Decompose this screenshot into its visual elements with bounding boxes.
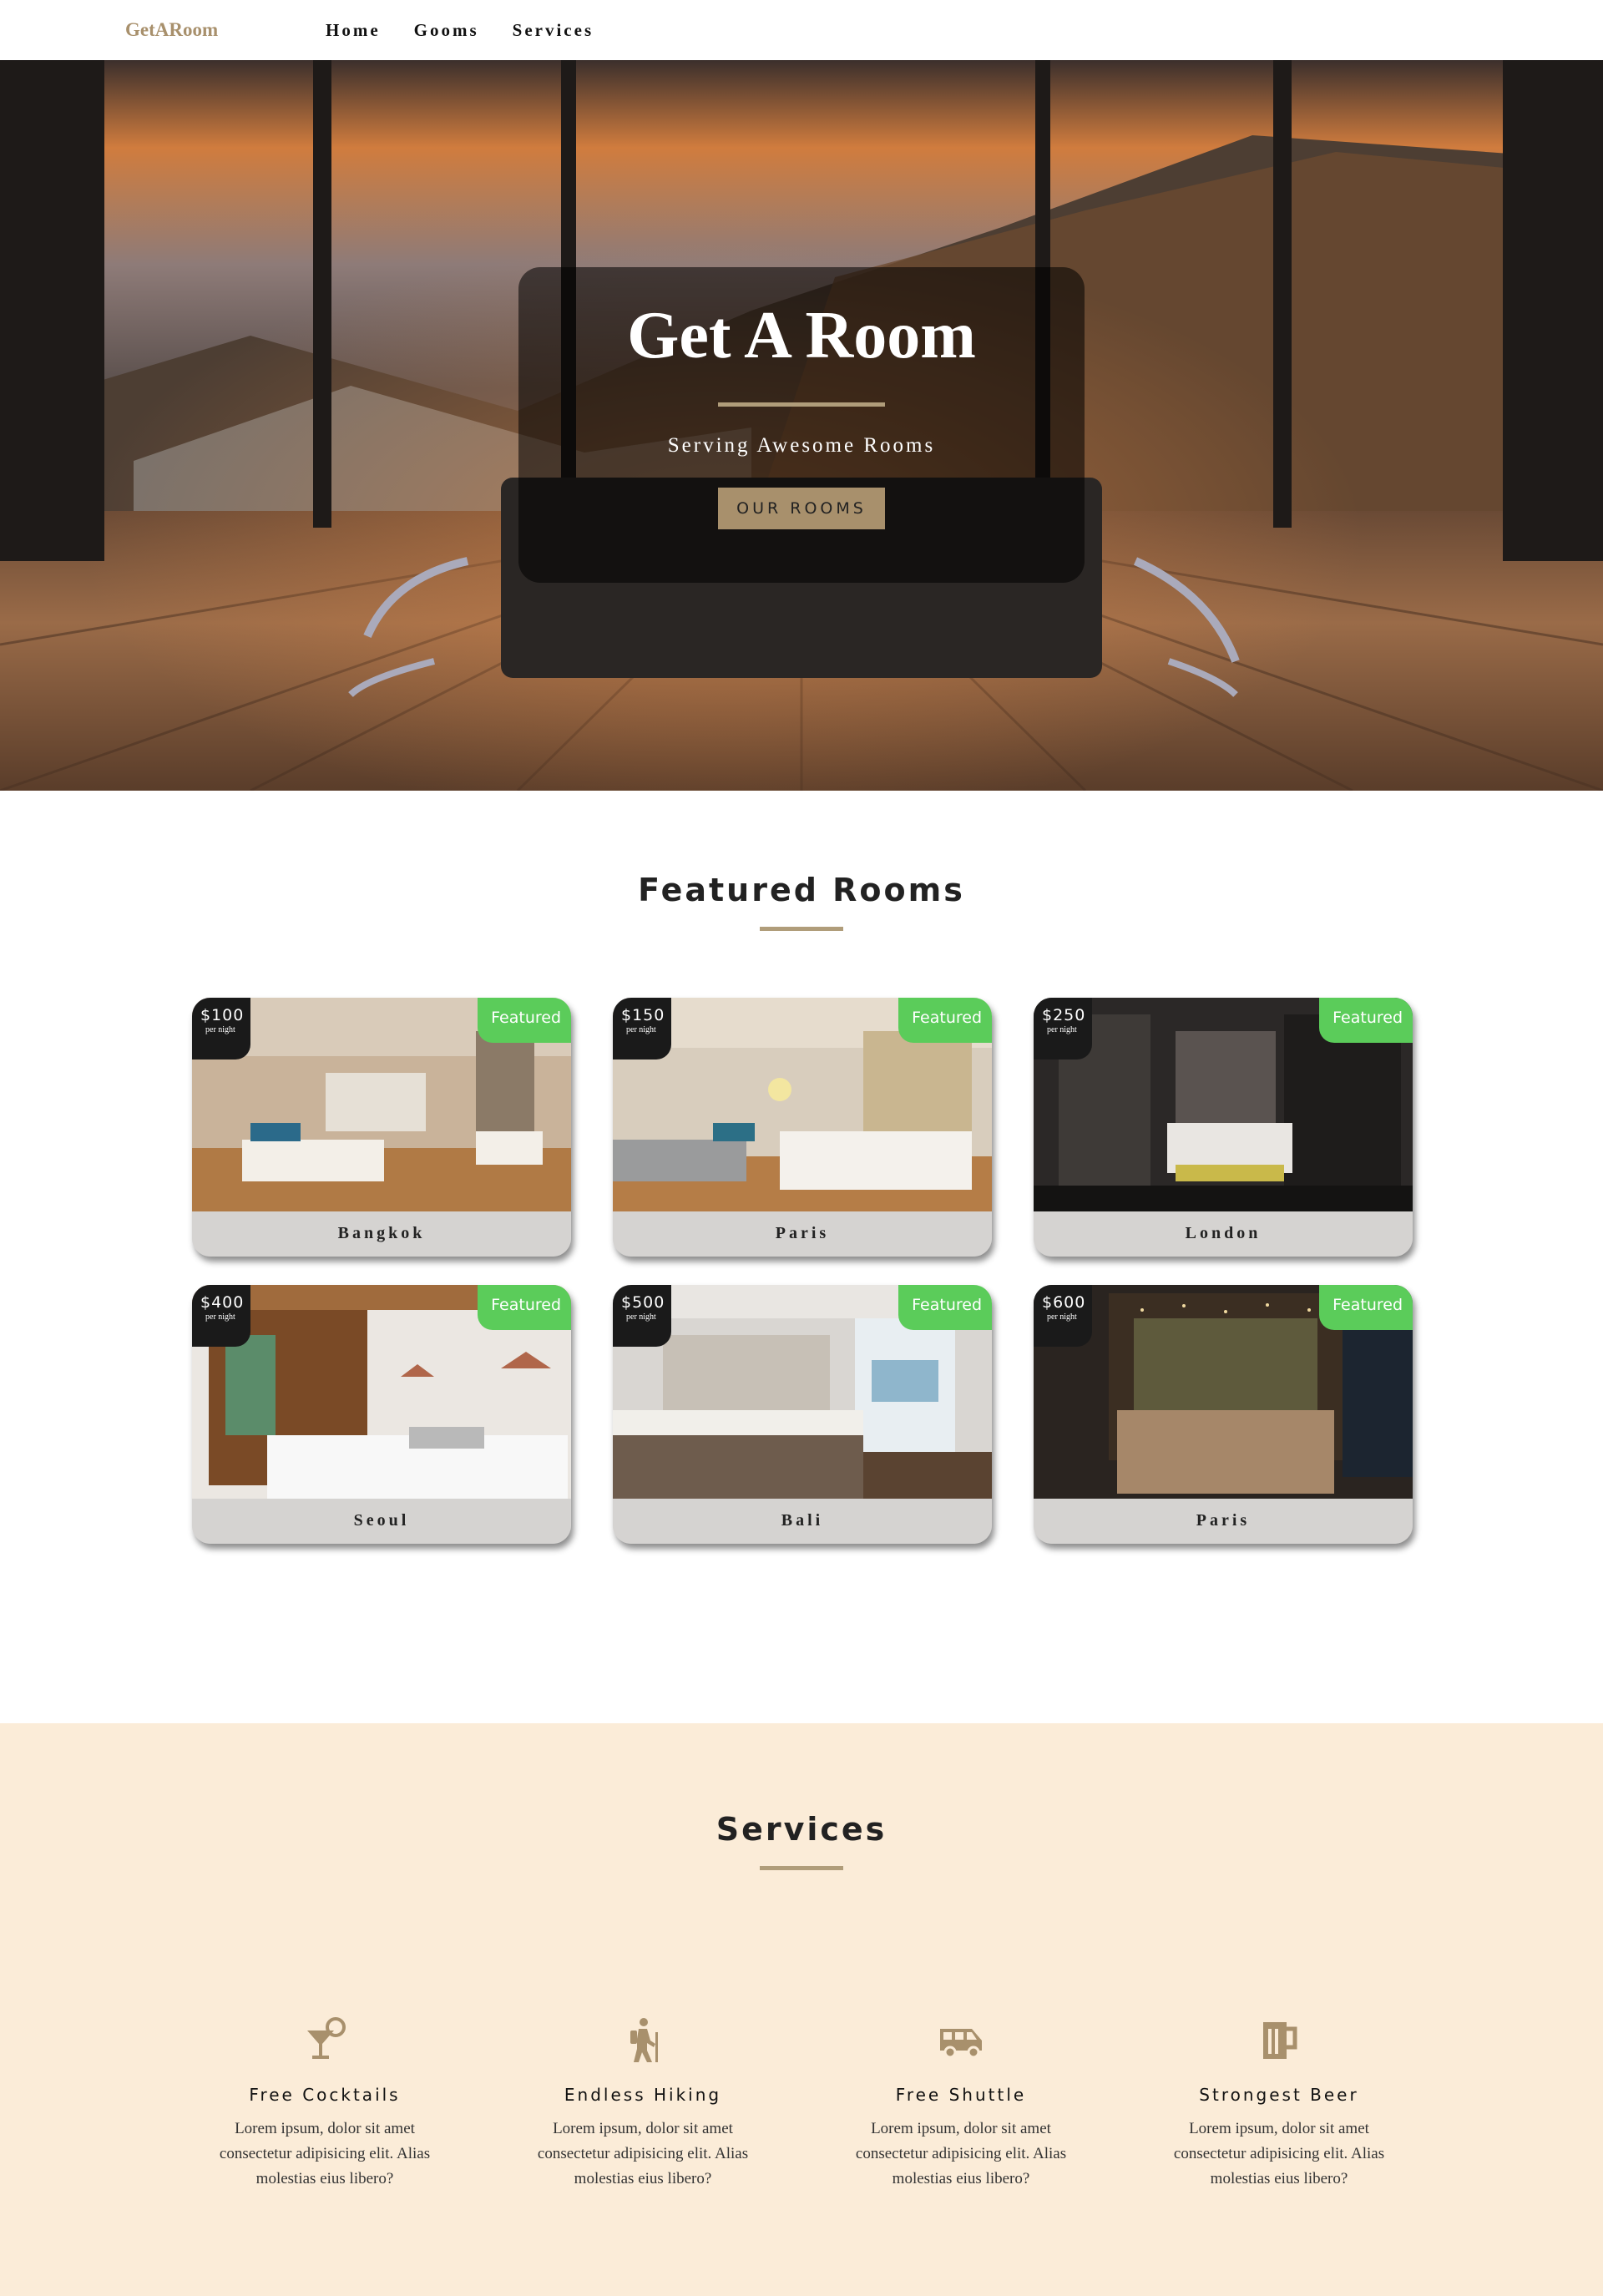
- service-description: Lorem ipsum, dolor sit amet consectetur …: [219, 2120, 431, 2187]
- services-title: Services: [716, 1811, 887, 1848]
- room-card[interactable]: Bangkok $100 per night Featured: [192, 998, 571, 1257]
- service-item: Free Cocktails Lorem ipsum, dolor sit am…: [200, 2015, 450, 2192]
- featured-badge: Featured: [898, 1285, 992, 1330]
- featured-rooms-underline: [760, 927, 843, 931]
- per-night-label: per night: [205, 1025, 235, 1034]
- room-city: Paris: [613, 1211, 992, 1257]
- room-city: Bangkok: [192, 1211, 571, 1257]
- room-card[interactable]: Paris $600 per night Featured: [1034, 1285, 1413, 1544]
- hero-title-underline: [718, 402, 885, 407]
- per-night-label: per night: [626, 1025, 656, 1034]
- shuttle-van-icon: [940, 2029, 982, 2059]
- service-item: Free Shuttle Lorem ipsum, dolor sit amet…: [836, 2015, 1086, 2192]
- services-grid: Free Cocktails Lorem ipsum, dolor sit am…: [200, 2015, 1603, 2192]
- price-badge: $150 per night: [613, 998, 671, 1059]
- price-badge: $100 per night: [192, 998, 250, 1059]
- service-description: Lorem ipsum, dolor sit amet consectetur …: [855, 2120, 1067, 2187]
- service-item: Endless Hiking Lorem ipsum, dolor sit am…: [518, 2015, 768, 2192]
- room-card[interactable]: Bali $500 per night Featured: [613, 1285, 992, 1544]
- our-rooms-button[interactable]: OUR ROOMS: [718, 488, 885, 529]
- service-item: Strongest Beer Lorem ipsum, dolor sit am…: [1154, 2015, 1404, 2192]
- services-section: Services Free Cocktails Lorem ipsum, dol…: [0, 1723, 1603, 2296]
- hero-subtitle: Serving Awesome Rooms: [667, 434, 936, 457]
- price-badge: $250 per night: [1034, 998, 1092, 1059]
- navbar: GetARoom Home Gooms Services: [0, 0, 1603, 60]
- room-price: $150: [621, 1006, 665, 1024]
- per-night-label: per night: [1047, 1025, 1077, 1034]
- hiking-icon: [630, 2018, 658, 2062]
- room-price: $250: [1042, 1006, 1086, 1024]
- cocktail-icon: [307, 2017, 346, 2059]
- room-city: Bali: [613, 1499, 992, 1544]
- room-price: $100: [200, 1006, 245, 1024]
- room-price: $600: [1042, 1293, 1086, 1312]
- room-card[interactable]: London $250 per night Featured: [1034, 998, 1413, 1257]
- room-card[interactable]: Seoul $400 per night Featured: [192, 1285, 571, 1544]
- site-logo[interactable]: GetARoom: [125, 19, 326, 41]
- featured-badge: Featured: [478, 1285, 571, 1330]
- nav-link-services[interactable]: Services: [513, 20, 594, 41]
- room-price: $400: [200, 1293, 245, 1312]
- nav-links: Home Gooms Services: [326, 20, 594, 41]
- room-card[interactable]: Paris $150 per night Featured: [613, 998, 992, 1257]
- service-description: Lorem ipsum, dolor sit amet consectetur …: [1173, 2120, 1385, 2187]
- featured-badge: Featured: [478, 998, 571, 1043]
- nav-link-rooms[interactable]: Gooms: [414, 20, 479, 41]
- featured-badge: Featured: [898, 998, 992, 1043]
- room-city: London: [1034, 1211, 1413, 1257]
- per-night-label: per night: [1047, 1312, 1077, 1322]
- room-city: Seoul: [192, 1499, 571, 1544]
- services-underline: [760, 1866, 843, 1870]
- price-badge: $400 per night: [192, 1285, 250, 1347]
- featured-badge: Featured: [1319, 998, 1413, 1043]
- featured-rooms-title: Featured Rooms: [638, 872, 965, 908]
- featured-badge: Featured: [1319, 1285, 1413, 1330]
- service-title: Strongest Beer: [1199, 2085, 1359, 2105]
- per-night-label: per night: [205, 1312, 235, 1322]
- nav-link-home[interactable]: Home: [326, 20, 381, 41]
- service-title: Free Shuttle: [895, 2085, 1027, 2105]
- per-night-label: per night: [626, 1312, 656, 1322]
- service-description: Lorem ipsum, dolor sit amet consectetur …: [537, 2120, 749, 2187]
- service-title: Endless Hiking: [564, 2085, 722, 2105]
- hero-card: Get A Room Serving Awesome Rooms OUR ROO…: [518, 267, 1085, 583]
- featured-rooms-section: Featured Rooms Bangkok $100 per night Fe…: [0, 791, 1603, 1723]
- hero-section: Get A Room Serving Awesome Rooms OUR ROO…: [0, 60, 1603, 791]
- price-badge: $600 per night: [1034, 1285, 1092, 1347]
- beer-icon: [1263, 2022, 1297, 2059]
- service-title: Free Cocktails: [249, 2085, 401, 2105]
- hero-title: Get A Room: [627, 299, 976, 372]
- rooms-grid: Bangkok $100 per night Featured Paris $1…: [192, 998, 1603, 1544]
- price-badge: $500 per night: [613, 1285, 671, 1347]
- room-city: Paris: [1034, 1499, 1413, 1544]
- room-price: $500: [621, 1293, 665, 1312]
